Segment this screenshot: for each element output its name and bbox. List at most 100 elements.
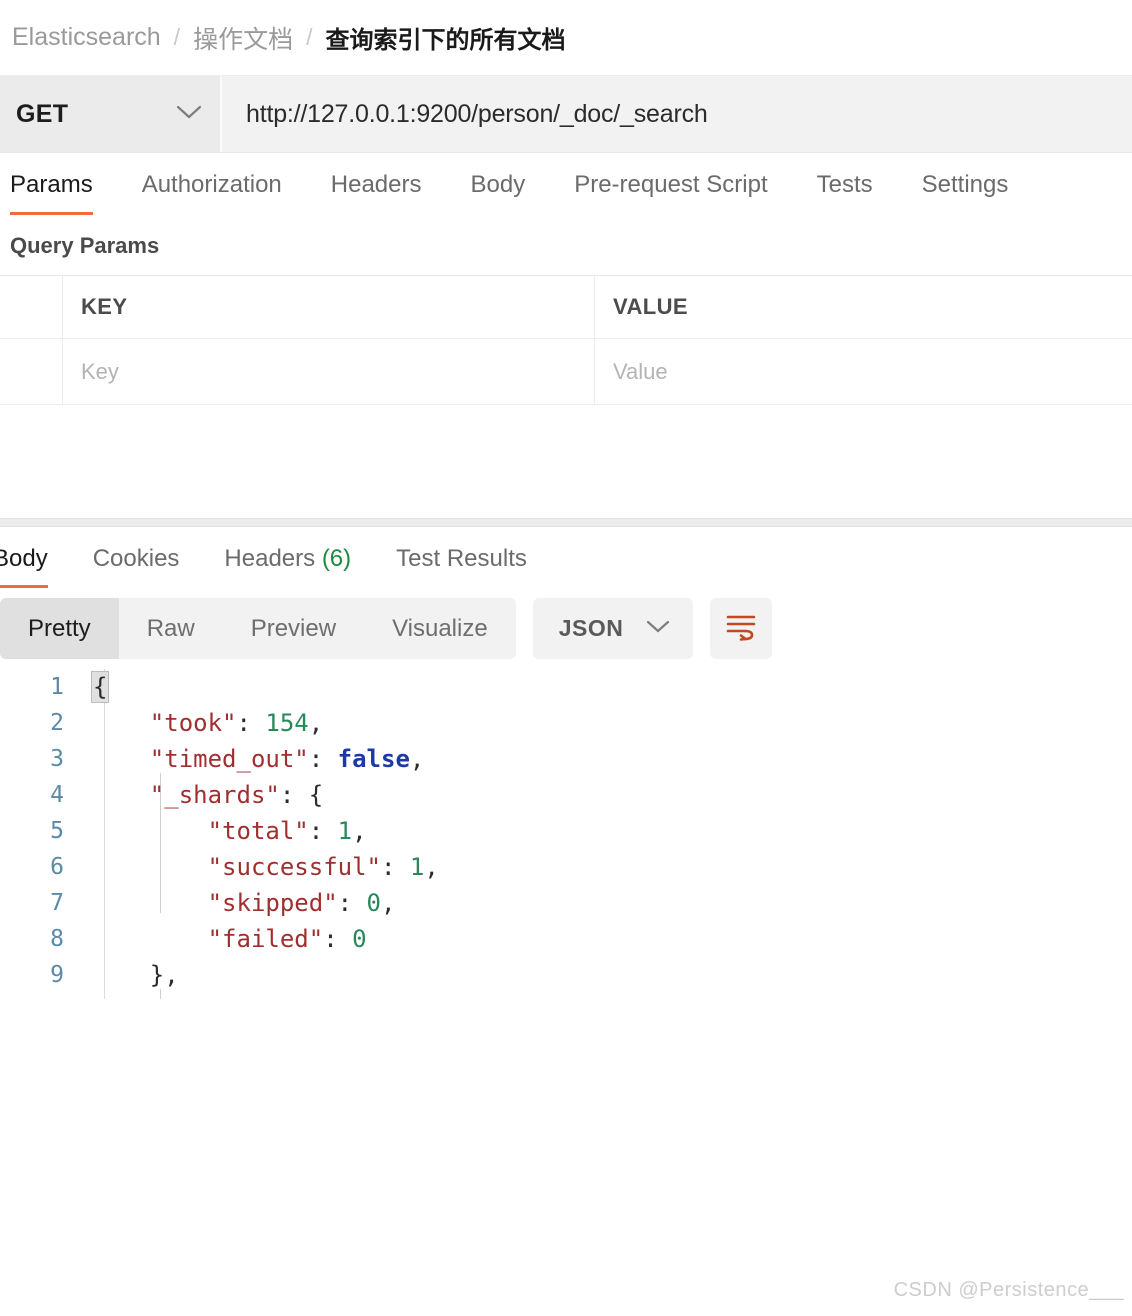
line-number: 8 (50, 926, 64, 952)
view-mode-pretty[interactable]: Pretty (0, 598, 119, 659)
response-tab-cookies-label: Cookies (92, 545, 180, 572)
pane-divider[interactable] (0, 518, 1132, 527)
view-mode-raw[interactable]: Raw (119, 598, 223, 659)
query-params-title: Query Params (10, 233, 160, 258)
code-token: "_shards" (92, 781, 280, 809)
select-all-checkbox-cell[interactable] (0, 276, 63, 338)
code-lines-container: 1{2 "took": 154, 3 "timed_out": false, 4 "… (0, 669, 1132, 999)
table-header-row: KEY VALUE (0, 276, 1132, 339)
request-url-value: http://127.0.0.1:9200/person/_doc/_searc… (246, 99, 708, 128)
tab-body[interactable]: Body (471, 171, 526, 215)
line-number: 2 (50, 710, 64, 736)
code-line: 6 "successful": 1, (0, 849, 1132, 885)
code-token: , (308, 709, 324, 737)
http-method-label: GET (16, 99, 69, 128)
tab-tests[interactable]: Tests (817, 171, 873, 215)
code-line: 2 "took": 154, (0, 705, 1132, 741)
code-token: : (308, 817, 338, 845)
tab-pre-request-script[interactable]: Pre-request Script (574, 171, 767, 215)
code-token: , (409, 745, 425, 773)
chevron-down-icon (645, 618, 671, 639)
http-method-select[interactable]: GET (0, 76, 222, 152)
column-header-key: KEY (63, 276, 595, 338)
code-token: : (337, 889, 367, 917)
code-token: , (352, 817, 367, 845)
view-mode-visualize[interactable]: Visualize (364, 598, 516, 659)
csdn-watermark: CSDN @Persistence___ (893, 1279, 1124, 1301)
response-tab-headers-label: Headers (224, 545, 316, 572)
param-key-input[interactable]: Key (63, 339, 595, 404)
code-line: 1{ (0, 669, 1132, 705)
line-number: 10 (0, 998, 76, 999)
code-line-text: }, (76, 961, 179, 989)
code-line-text: "failed": 0 (76, 925, 367, 953)
code-token: "took" (92, 709, 237, 737)
response-format-select[interactable]: JSON (532, 598, 694, 659)
code-token: { (90, 671, 110, 703)
param-value-input[interactable]: Value (595, 339, 1132, 404)
breadcrumb-separator: / (173, 24, 181, 50)
code-token: , (424, 853, 439, 881)
code-line-text: "_shards": { (76, 781, 323, 809)
code-line: 10 "hits": { (0, 993, 1132, 999)
breadcrumb-item-operations-doc[interactable]: 操作文档 (193, 20, 293, 56)
code-token: "skipped" (92, 889, 338, 917)
code-token: : (323, 925, 353, 953)
code-line: 4 "_shards": { (0, 777, 1132, 813)
breadcrumb-item-current: 查询索引下的所有文档 (325, 27, 566, 54)
code-line: 8 "failed": 0 (0, 921, 1132, 957)
request-url-input[interactable]: http://127.0.0.1:9200/person/_doc/_searc… (222, 76, 1132, 152)
response-tab-cookies[interactable]: Cookies (93, 545, 180, 588)
tab-params[interactable]: Params (10, 171, 93, 215)
tab-authorization[interactable]: Authorization (142, 171, 282, 215)
code-line-text: "total": 1, (76, 817, 367, 845)
code-token: 0 (366, 889, 381, 917)
code-token: 0 (352, 925, 367, 953)
code-token: 1 (409, 853, 425, 881)
code-token: }, (92, 961, 179, 989)
breadcrumb-separator: / (306, 24, 313, 50)
breadcrumb-item-elasticsearch[interactable]: Elasticsearch (12, 23, 161, 52)
response-format-toolbar: Pretty Raw Preview Visualize JSON (0, 588, 1132, 669)
breadcrumb: Elasticsearch / 操作文档 / 查询索引下的所有文档 (0, 0, 1132, 76)
row-checkbox-cell[interactable] (0, 339, 63, 404)
code-token: 154 (265, 709, 309, 737)
code-line-text: { (76, 671, 110, 703)
response-tab-test-results[interactable]: Test Results (396, 545, 527, 588)
line-number: 6 (50, 854, 64, 880)
response-body-editor[interactable]: 1{2 "took": 154, 3 "timed_out": false, 4 "… (0, 669, 1132, 999)
code-line: 5 "total": 1, (0, 813, 1132, 849)
code-line-text: "successful": 1, (76, 853, 439, 881)
code-line: 7 "skipped": 0, (0, 885, 1132, 921)
line-number: 9 (50, 962, 64, 988)
code-token: false (337, 745, 410, 773)
line-number: 5 (50, 818, 64, 844)
code-token: : { (279, 781, 324, 809)
code-token: "timed_out" (92, 745, 309, 773)
response-tab-headers[interactable]: Headers (6) (224, 545, 351, 588)
response-tab-body[interactable]: Body (0, 545, 48, 588)
code-token: , (381, 889, 396, 917)
code-token: : (308, 745, 338, 773)
response-tab-test-results-label: Test Results (396, 545, 527, 572)
line-number: 7 (50, 890, 64, 916)
code-line-text: "timed_out": false, (76, 745, 425, 773)
tab-headers[interactable]: Headers (331, 171, 422, 215)
chevron-down-icon (176, 104, 202, 125)
code-token: : { (237, 997, 280, 999)
view-mode-preview[interactable]: Preview (223, 598, 364, 659)
code-token: : (380, 853, 410, 881)
tab-settings[interactable]: Settings (922, 171, 1009, 215)
request-pane-empty-space (0, 405, 1132, 518)
code-line-text: "took": 154, (76, 709, 323, 737)
query-params-table: KEY VALUE Key Value (0, 275, 1132, 405)
code-line-text: "hits": { (76, 997, 280, 999)
code-token: "successful" (92, 853, 381, 881)
response-view-mode-group: Pretty Raw Preview Visualize (0, 598, 516, 659)
column-header-value: VALUE (613, 294, 688, 319)
request-url-bar: GET http://127.0.0.1:9200/person/_doc/_s… (0, 76, 1132, 153)
code-token: "hits" (92, 997, 237, 999)
code-token: "total" (92, 817, 309, 845)
word-wrap-button[interactable] (710, 598, 773, 659)
word-wrap-icon (724, 611, 758, 646)
